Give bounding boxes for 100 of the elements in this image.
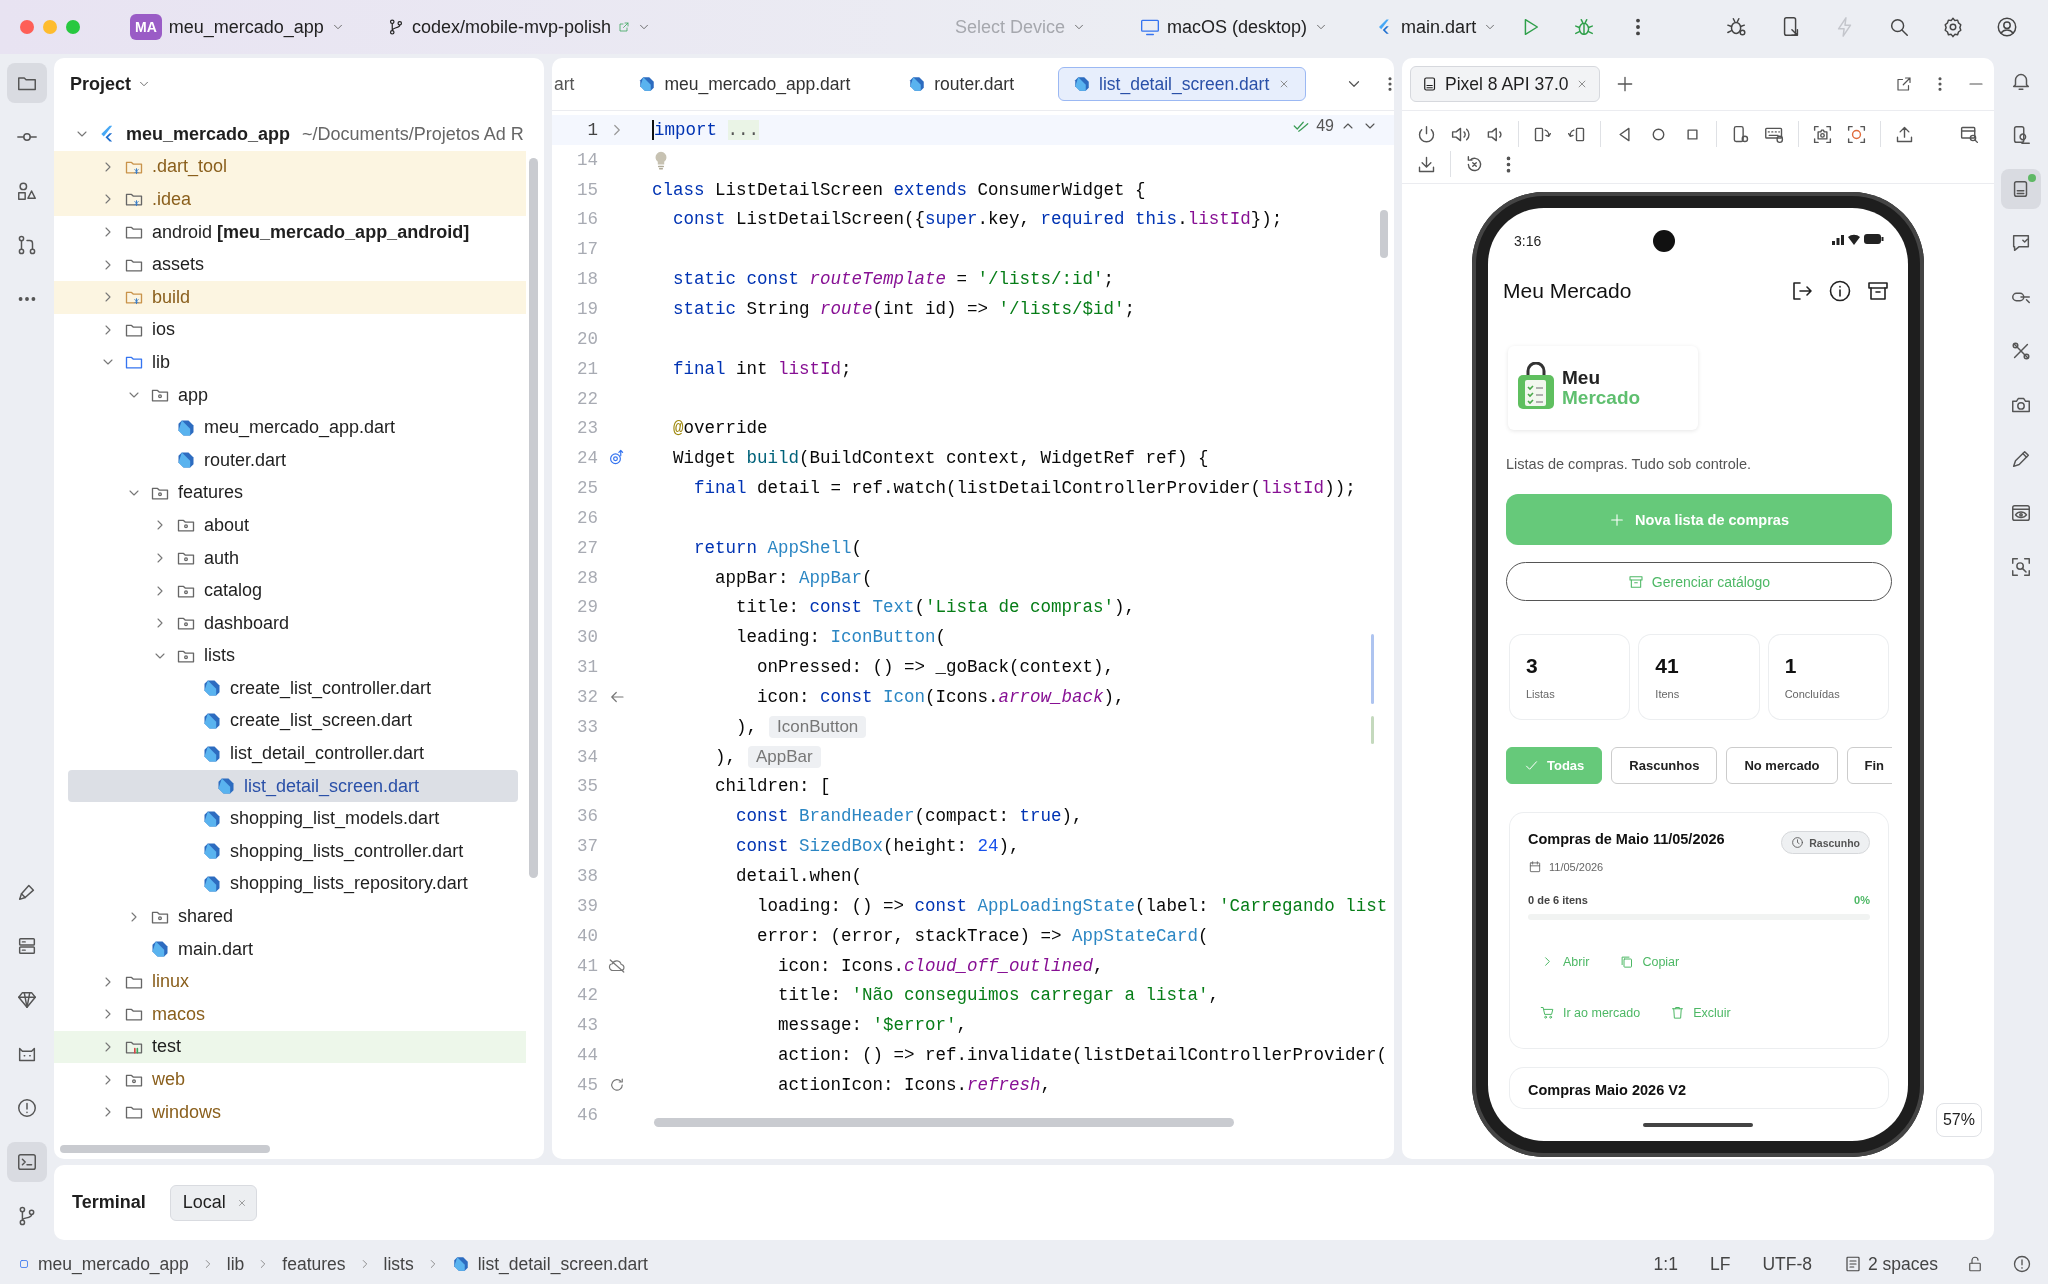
file-encoding[interactable]: UTF-8 <box>1762 1253 1812 1275</box>
project-path: ~/Documents/Projetos Ad R <box>302 123 524 145</box>
tree-item[interactable]: list_detail_controller.dart <box>54 737 526 770</box>
search-icon[interactable] <box>1888 16 1910 38</box>
diamond-icon[interactable] <box>16 989 38 1011</box>
tree-item[interactable]: ios <box>54 313 526 347</box>
refresh-icon[interactable] <box>608 1075 626 1094</box>
terminal-tab[interactable]: Local <box>169 1184 257 1221</box>
tree-item[interactable]: dashboard <box>54 606 526 640</box>
tree-item[interactable]: catalog <box>54 574 526 607</box>
filter-chip[interactable]: No mercado <box>1726 747 1838 784</box>
chat-icon[interactable] <box>2010 232 2032 254</box>
warning-icon[interactable] <box>2012 1254 2032 1274</box>
branch-name: codex/mobile-mvp-polish <box>411 16 611 38</box>
settings-icon[interactable] <box>1942 16 1964 38</box>
tree-item[interactable]: main.dart <box>54 932 526 966</box>
tree-item[interactable]: shopping_list_models.dart <box>54 802 526 836</box>
line-separator[interactable]: LF <box>1709 1253 1731 1275</box>
check-icon <box>1524 758 1539 773</box>
breadcrumb-item[interactable]: list_detail_screen.dart <box>477 1253 648 1275</box>
breadcrumb-item[interactable]: lists <box>383 1253 414 1275</box>
tree-item[interactable]: windows <box>54 1095 526 1129</box>
folder-name: ios <box>152 319 175 341</box>
tree-item[interactable]: web <box>54 1063 526 1096</box>
archive-icon[interactable] <box>1866 279 1890 303</box>
list-title: Compras de Maio 11/05/2026 <box>1528 831 1725 847</box>
breadcrumb-item[interactable]: features <box>282 1253 346 1275</box>
server-icon[interactable] <box>16 935 38 957</box>
tree-item[interactable]: list_detail_screen.dart <box>68 769 518 803</box>
tree-item[interactable]: test <box>54 1030 526 1064</box>
editor-tab[interactable]: router.dart <box>894 67 1029 101</box>
tree-item[interactable]: meu_mercado_app ~/Documents/Projetos Ad R <box>54 118 526 151</box>
tree-item[interactable]: features <box>54 476 526 510</box>
pull-request-icon[interactable] <box>16 234 38 256</box>
folder-name: lib <box>152 351 170 373</box>
screenshot-icon[interactable] <box>1812 123 1833 145</box>
device-tab[interactable]: Pixel 8 API 37.0 <box>1410 66 1600 102</box>
inspection-widget[interactable]: 49 <box>1292 117 1378 135</box>
cloud-off-icon[interactable] <box>608 956 626 975</box>
tool-window-button[interactable] <box>2001 169 2041 209</box>
code-line: actionIcon: Icons.refresh, <box>777 1074 1052 1095</box>
folder-name: android [meu_mercado_app_android] <box>152 221 470 243</box>
tool-window-button[interactable] <box>7 63 47 103</box>
tree-item[interactable]: shopping_lists_controller.dart <box>54 835 526 868</box>
info-icon[interactable] <box>1828 279 1852 303</box>
tree-item[interactable]: create_list_screen.dart <box>54 704 526 738</box>
folder-name: about <box>204 514 250 536</box>
tree-item[interactable]: about <box>54 509 526 542</box>
shapes-icon[interactable] <box>16 180 38 202</box>
tree-item[interactable]: auth <box>54 541 526 575</box>
tools-icon[interactable] <box>2010 340 2032 362</box>
tree-item[interactable]: linux <box>54 965 526 999</box>
tree-item[interactable]: android [meu_mercado_app_android] <box>54 215 526 249</box>
account-icon[interactable] <box>1996 16 2018 38</box>
eye-icon[interactable] <box>2010 502 2032 524</box>
scrollbar[interactable] <box>654 1118 1234 1127</box>
scrollbar[interactable] <box>60 1145 270 1153</box>
filter-chip[interactable]: Rascunhos <box>1611 747 1718 784</box>
warning-icon[interactable] <box>16 1097 38 1119</box>
tree-item[interactable]: .dart_tool <box>54 150 526 184</box>
tree-item[interactable]: router.dart <box>54 443 526 477</box>
lock-icon[interactable] <box>1966 1255 1984 1273</box>
tree-item[interactable]: shared <box>54 900 526 933</box>
tree-item[interactable]: lists <box>54 639 526 673</box>
code-line: @override <box>672 418 768 439</box>
indent-setting[interactable]: 2 spaces <box>1843 1253 1938 1275</box>
breadcrumb-item[interactable]: lib <box>226 1253 245 1275</box>
run-config-selector[interactable]: main.dart <box>1370 12 1504 42</box>
scrollbar[interactable] <box>529 158 538 878</box>
tree-item[interactable]: .idea <box>54 183 526 216</box>
breadcrumb-item[interactable]: meu_mercado_app <box>38 1253 189 1275</box>
tool-window-button[interactable] <box>7 1142 47 1182</box>
scrollbar[interactable] <box>1380 210 1388 258</box>
editor-tab[interactable]: meu_mercado_app.dart <box>624 67 865 101</box>
tree-item[interactable]: build <box>54 280 526 314</box>
line-number: 16 <box>576 209 598 230</box>
tree-item[interactable]: macos <box>54 998 526 1031</box>
pen-icon[interactable] <box>2010 448 2032 470</box>
external-icon[interactable] <box>1895 75 1913 93</box>
tree-item[interactable]: lib <box>54 346 526 379</box>
tree-item[interactable]: shopping_lists_repository.dart <box>54 867 526 901</box>
tree-item[interactable]: app <box>54 378 526 412</box>
power-icon[interactable] <box>1416 123 1437 145</box>
inspect-icon[interactable] <box>2010 556 2032 578</box>
item-count: 0 de 6 itens <box>1528 894 1588 906</box>
inspection-count: 49 <box>1316 117 1334 135</box>
tree-item[interactable]: assets <box>54 248 526 281</box>
project-selector[interactable]: MA meu_mercado_app <box>124 10 351 44</box>
record-icon[interactable] <box>1846 123 1867 145</box>
branch-selector[interactable]: codex/mobile-mvp-polish <box>380 12 657 42</box>
terminal-icon[interactable] <box>16 1151 38 1173</box>
caret-position[interactable]: 1:1 <box>1653 1253 1678 1275</box>
tree-item[interactable]: meu_mercado_app.dart <box>54 411 526 444</box>
editor-tab[interactable]: list_detail_screen.dart <box>1058 67 1307 101</box>
target-selector[interactable]: macOS (desktop) <box>1134 12 1335 42</box>
tree-item[interactable]: create_list_controller.dart <box>54 672 526 705</box>
filter-chip[interactable]: Fin <box>1846 747 1892 784</box>
bug-icon[interactable] <box>1726 16 1748 38</box>
logout-icon[interactable] <box>1790 279 1814 303</box>
editor-tab[interactable]: art <box>552 67 589 101</box>
